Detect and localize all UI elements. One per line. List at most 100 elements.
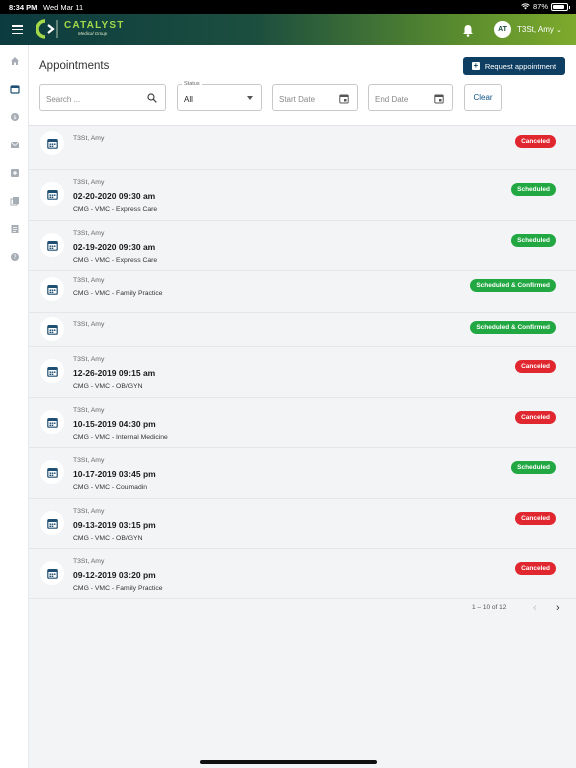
status-badge: Scheduled & Confirmed: [470, 279, 556, 292]
calendar-picker-icon[interactable]: [339, 93, 349, 104]
calendar-icon: [40, 460, 64, 484]
appointment-row[interactable]: T3St, Amy 09-12-2019 03:20 pm CMG - VMC - …: [29, 548, 576, 598]
end-date-placeholder: End Date: [375, 95, 409, 104]
appointment-row[interactable]: T3St, Amy Canceled: [29, 126, 576, 169]
patient-name: T3St, Amy: [73, 508, 105, 515]
calendar-picker-icon[interactable]: [434, 93, 444, 104]
calendar-icon: [40, 359, 64, 383]
user-name[interactable]: T3St, Amy: [517, 25, 554, 34]
appointment-row[interactable]: T3St, Amy 10-15-2019 04:30 pm CMG - VMC - …: [29, 397, 576, 447]
appointment-row[interactable]: T3St, Amy Scheduled & Confirmed: [29, 312, 576, 346]
clear-button[interactable]: Clear: [464, 84, 502, 111]
status-badge: Canceled: [515, 512, 556, 525]
status-badge: Scheduled: [511, 234, 556, 247]
patient-name: T3St, Amy: [73, 321, 105, 328]
battery-percent: 87%: [532, 2, 548, 11]
patient-name: T3St, Amy: [73, 230, 105, 237]
calendar-icon: [40, 182, 64, 206]
patient-name: T3St, Amy: [73, 356, 105, 363]
patient-name: T3St, Amy: [73, 457, 105, 464]
forms-icon[interactable]: [8, 222, 21, 235]
start-date-field[interactable]: Start Date: [272, 84, 358, 111]
dropdown-caret-icon: [247, 96, 253, 100]
messages-icon[interactable]: [8, 138, 21, 151]
battery-icon: [551, 2, 570, 11]
home-indicator: [200, 760, 377, 764]
status-badge: Canceled: [515, 411, 556, 424]
menu-icon[interactable]: [12, 25, 23, 35]
appointment-row[interactable]: T3St, Amy CMG - VMC - Family Practice Sche…: [29, 270, 576, 312]
previous-page-icon[interactable]: ‹: [533, 602, 537, 614]
calendar-icon: [40, 277, 64, 301]
help-icon[interactable]: ?: [8, 250, 21, 263]
catalyst-logo: CATALYST Medical Group: [36, 19, 125, 39]
status-select[interactable]: All: [177, 84, 262, 111]
status-date: Wed Mar 11: [43, 3, 84, 12]
appointment-datetime: 02-20-2020 09:30 am: [73, 191, 156, 201]
user-avatar[interactable]: AT: [494, 21, 511, 38]
records-icon[interactable]: [8, 194, 21, 207]
calendar-icon: [40, 561, 64, 585]
appointment-location: CMG - VMC - Coumadin: [73, 484, 148, 491]
calendar-icon: [40, 233, 64, 257]
search-icon[interactable]: [147, 93, 157, 103]
appointment-row[interactable]: T3St, Amy 10-17-2019 03:45 pm CMG - VMC - …: [29, 447, 576, 498]
row-divider: [29, 598, 576, 599]
billing-icon[interactable]: $: [8, 110, 21, 123]
notifications-bell-icon[interactable]: [462, 24, 474, 37]
appointment-location: CMG - VMC - Family Practice: [73, 290, 163, 297]
patient-name: T3St, Amy: [73, 179, 105, 186]
appointment-row[interactable]: T3St, Amy 02-20-2020 09:30 am CMG - VMC - …: [29, 169, 576, 220]
calendar-icon: [40, 131, 64, 155]
search-placeholder: Search ...: [46, 95, 81, 104]
appointment-location: CMG - VMC - Express Care: [73, 206, 158, 213]
home-icon[interactable]: [8, 54, 21, 67]
appointment-location: CMG - VMC - Express Care: [73, 257, 158, 264]
appointment-row[interactable]: T3St, Amy 02-19-2020 09:30 am CMG - VMC - …: [29, 220, 576, 270]
patient-name: T3St, Amy: [73, 558, 105, 565]
status-time: 8:34 PM: [9, 3, 38, 12]
status-badge: Scheduled: [511, 183, 556, 196]
status-label: Status: [182, 81, 202, 87]
status-select-value: All: [184, 95, 193, 104]
appointment-row[interactable]: T3St, Amy 09-13-2019 03:15 pm CMG - VMC - …: [29, 498, 576, 548]
appointment-datetime: 10-15-2019 04:30 pm: [73, 419, 156, 429]
calendar-icon: [40, 317, 64, 341]
appointment-location: CMG - VMC - OB/GYN: [73, 535, 143, 542]
request-appointment-button[interactable]: + Request appointment: [463, 57, 565, 75]
status-bar: 8:34 PM Wed Mar 11 87%: [0, 0, 576, 14]
calendar-icon: [40, 511, 64, 535]
page-title: Appointments: [39, 60, 110, 72]
appointment-datetime: 02-19-2020 09:30 am: [73, 242, 156, 252]
logo-name: CATALYST: [64, 20, 125, 32]
patient-name: T3St, Amy: [73, 407, 105, 414]
appointment-row[interactable]: T3St, Amy 12-26-2019 09:15 am CMG - VMC - …: [29, 346, 576, 397]
patient-name: T3St, Amy: [73, 277, 105, 284]
chevron-down-icon[interactable]: ⌄: [556, 26, 562, 34]
appointment-datetime: 12-26-2019 09:15 am: [73, 368, 156, 378]
calendar-icon: [40, 410, 64, 434]
wifi-icon: [521, 3, 530, 10]
request-appointment-label: Request appointment: [484, 61, 557, 71]
status-badge: Scheduled: [511, 461, 556, 474]
search-input[interactable]: Search ...: [39, 84, 166, 111]
status-right: 87%: [521, 2, 570, 11]
next-page-icon[interactable]: ›: [556, 602, 560, 614]
logo-subtitle: Medical Group: [78, 31, 108, 37]
pagination-range: 1 – 10 of 12: [472, 604, 507, 611]
sidebar: $ ?: [0, 45, 29, 768]
appointment-datetime: 09-12-2019 03:20 pm: [73, 570, 156, 580]
status-badge: Canceled: [515, 135, 556, 148]
plus-icon: +: [471, 61, 480, 70]
end-date-field[interactable]: End Date: [368, 84, 453, 111]
calendar-icon[interactable]: [8, 82, 21, 95]
patient-name: T3St, Amy: [73, 135, 105, 142]
logo-mark-icon: [36, 19, 58, 39]
svg-text:$: $: [13, 115, 17, 121]
health-icon[interactable]: [8, 166, 21, 179]
appointment-location: CMG - VMC - Internal Medicine: [73, 434, 168, 441]
appointment-location: CMG - VMC - OB/GYN: [73, 383, 143, 390]
appointment-datetime: 09-13-2019 03:15 pm: [73, 520, 156, 530]
start-date-placeholder: Start Date: [279, 95, 316, 104]
svg-text:?: ?: [13, 254, 16, 261]
